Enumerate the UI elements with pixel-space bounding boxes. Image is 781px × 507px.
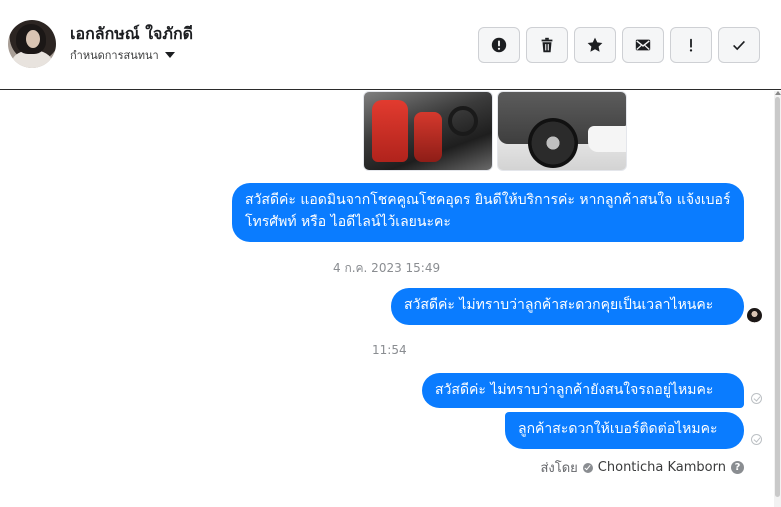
- star-button[interactable]: [574, 27, 616, 63]
- mark-spam-button[interactable]: [478, 27, 520, 63]
- assign-conversation-dropdown[interactable]: กำหนดการสนทนา: [70, 46, 175, 64]
- photo-tire-shape: [528, 118, 578, 168]
- message-bubble[interactable]: ลูกค้าสะดวกให้เบอร์ติดต่อไหมคะ: [505, 412, 744, 449]
- caret-down-icon: [164, 52, 175, 58]
- photo-bumper-shape: [588, 126, 626, 152]
- photo-seat-shape: [414, 112, 442, 162]
- trash-icon: [541, 37, 553, 53]
- sent-check-icon: [751, 434, 762, 445]
- contact-avatar[interactable]: [8, 20, 56, 68]
- sent-check-icon: [751, 393, 762, 404]
- message-bubble[interactable]: สวัสดีค่ะ ไม่ทราบว่าลูกค้าสะดวกคุยเป็นเว…: [391, 288, 744, 325]
- photo-seat-shape: [372, 100, 408, 162]
- avatar-face: [26, 30, 40, 48]
- photo-steering-wheel-shape: [448, 106, 478, 136]
- verified-check-icon: [582, 462, 593, 473]
- message-bubble[interactable]: สวัสดีค่ะ ไม่ทราบว่าลูกค้ายังสนใจรถอยู่ไ…: [422, 373, 744, 408]
- scroll-up-arrow-icon[interactable]: [775, 91, 781, 95]
- checkmark-icon: [733, 40, 745, 51]
- envelope-icon: [635, 39, 651, 51]
- header-actions: [478, 27, 760, 63]
- conversation-thread[interactable]: สวัสดีค่ะ แอดมินจากโชคคูณโชคอุดร ยินดีให…: [0, 91, 774, 507]
- scrollbar-thumb[interactable]: [775, 97, 780, 497]
- alert-circle-icon: [491, 37, 507, 53]
- attachment-photo-interior[interactable]: [363, 91, 493, 171]
- help-icon[interactable]: ?: [731, 461, 744, 474]
- scrollbar[interactable]: [774, 91, 781, 507]
- timestamp: 11:54: [372, 343, 407, 357]
- follow-up-button[interactable]: [670, 27, 712, 63]
- seen-avatar: [747, 308, 762, 323]
- attachment-photo-wheel[interactable]: [497, 91, 627, 171]
- conversation-header: เอกลักษณ์ ใจภักดี กำหนดการสนทนา: [0, 0, 781, 90]
- exclamation-icon: [689, 38, 693, 52]
- mark-done-button[interactable]: [718, 27, 760, 63]
- delete-button[interactable]: [526, 27, 568, 63]
- contact-name[interactable]: เอกลักษณ์ ใจภักดี: [70, 22, 193, 47]
- mark-unread-button[interactable]: [622, 27, 664, 63]
- sent-by-name: Chonticha Kamborn: [597, 460, 726, 475]
- star-icon: [587, 37, 603, 52]
- sent-by-label: ส่งโดย: [540, 461, 578, 476]
- assign-conversation-label: กำหนดการสนทนา: [70, 49, 159, 62]
- sent-by-info: ส่งโดย Chonticha Kamborn ?: [540, 457, 744, 478]
- timestamp: 4 ก.ค. 2023 15:49: [333, 261, 441, 275]
- message-bubble[interactable]: สวัสดีค่ะ แอดมินจากโชคคูณโชคอุดร ยินดีให…: [232, 183, 744, 242]
